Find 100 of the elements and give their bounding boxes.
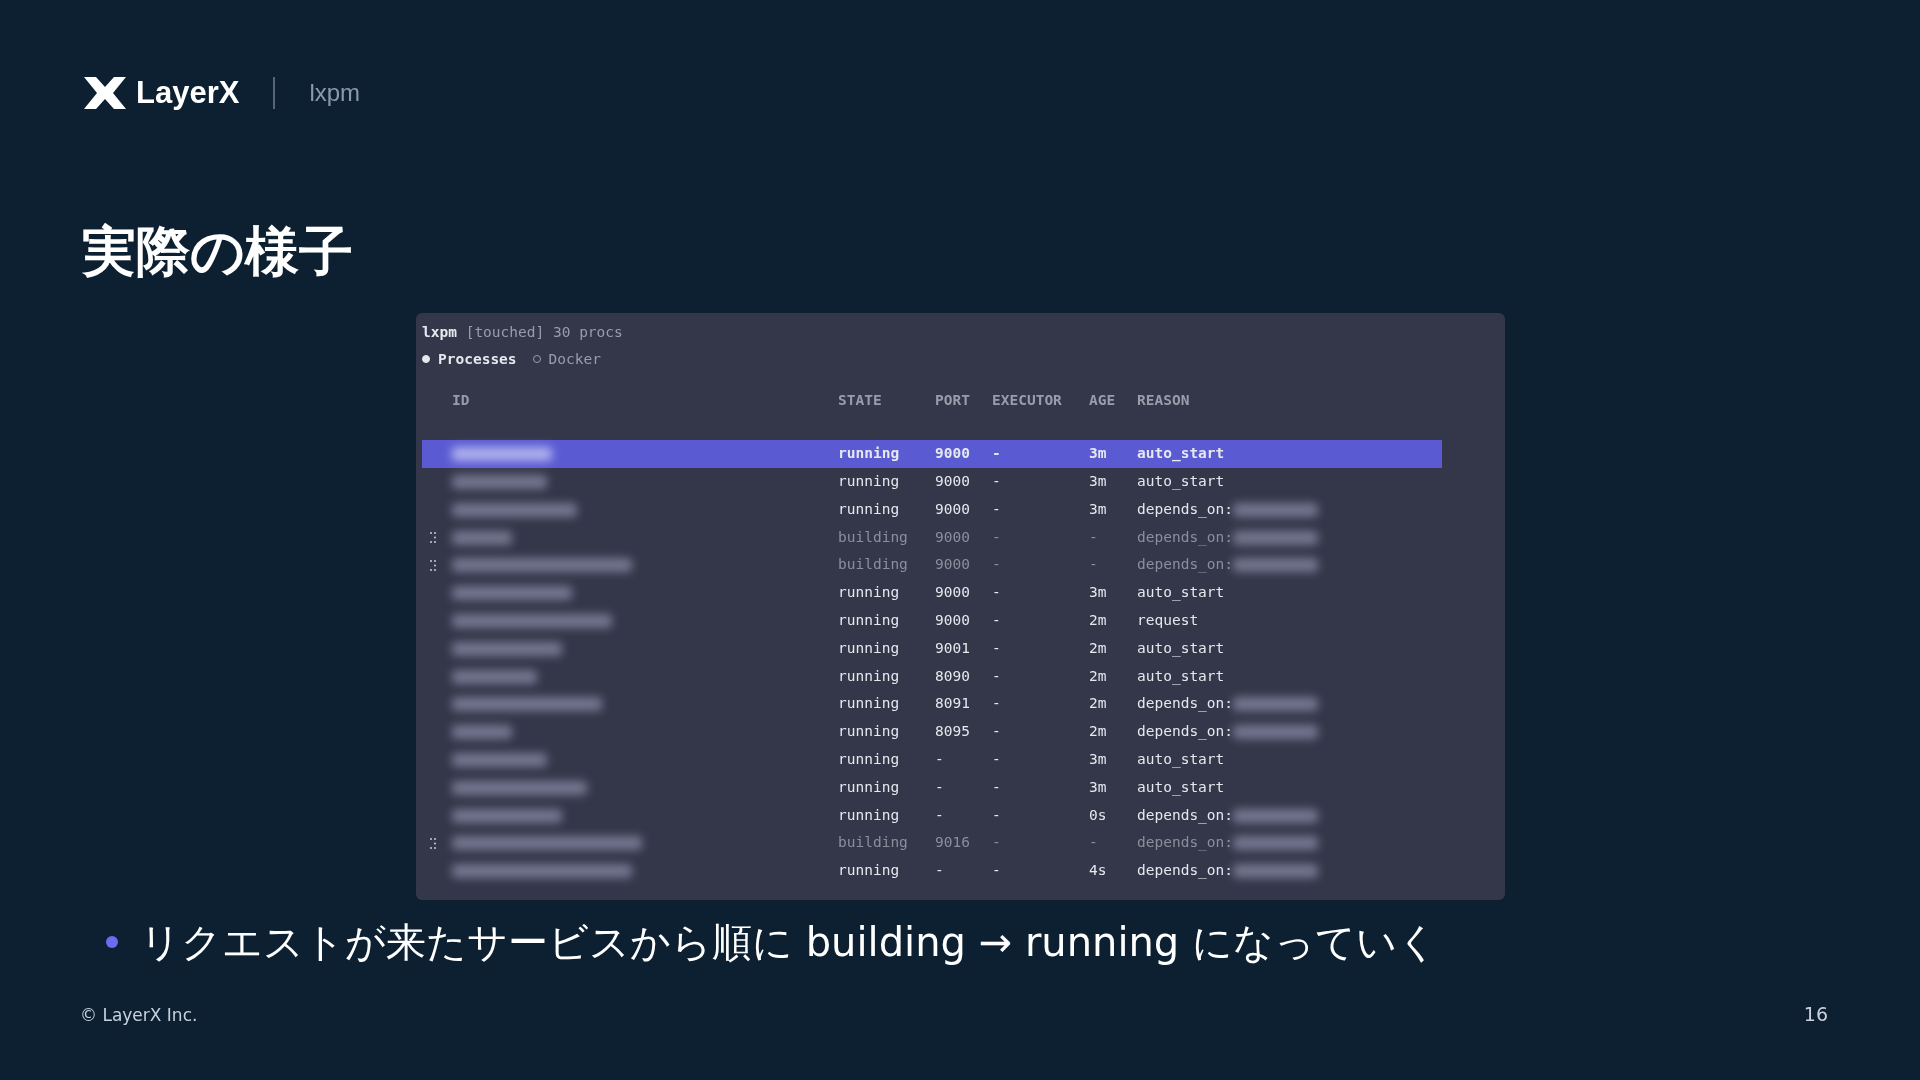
table-cell-text: -: [992, 611, 1002, 631]
table-cell-text: -: [1089, 527, 1099, 547]
table-cell-text: 3m: [1089, 472, 1108, 492]
table-cell-text: depends_on:: [1137, 861, 1234, 881]
blurred-text: [452, 530, 512, 545]
column-header: ID: [452, 390, 471, 410]
table-cell-text: 3m: [1089, 583, 1108, 603]
table-row[interactable]: running - - 0s depends_on:: [422, 801, 1442, 830]
table-cell-text: auto_start: [1137, 750, 1225, 770]
slide-title: 実際の様子: [82, 224, 354, 279]
table-cell-text: auto_start: [1137, 472, 1225, 492]
table-row[interactable]: running - - 4s depends_on:: [422, 857, 1442, 886]
table-cell-text: 3m: [1089, 750, 1108, 770]
table-cell-text: 2m: [1089, 666, 1108, 686]
brand-name: LayerX: [136, 74, 240, 112]
table-row[interactable]: running - - 3m auto_start: [422, 746, 1442, 774]
spinner-icon: [430, 532, 436, 544]
table-cell-text: auto_start: [1137, 666, 1225, 687]
table-row[interactable]: running 9000 - 3m auto_start: [422, 468, 1442, 496]
table-cell-text: 9000: [935, 555, 971, 575]
table-row[interactable]: running 8091 - 2m depends_on:: [422, 690, 1442, 719]
table-cell-text: -: [1089, 833, 1099, 853]
table-cell-text: auto_start: [1137, 444, 1225, 464]
table-cell-text: -: [992, 638, 1002, 658]
table-cell-text: -: [935, 861, 945, 881]
table-row[interactable]: running - - 3m auto_start: [422, 773, 1442, 802]
table-row[interactable]: building 9000 - - depends_on:: [422, 523, 1442, 552]
table-row[interactable]: building 9000 - - depends_on:: [422, 551, 1442, 580]
table-cell-text: auto_start: [1137, 638, 1225, 659]
table-cell-text: 9000: [935, 472, 971, 492]
table-cell-text: auto_start: [1137, 777, 1225, 798]
table-cell-text: 9000: [935, 611, 971, 631]
table-cell-text: 2m: [1089, 694, 1108, 714]
table-cell-text: running: [838, 472, 901, 492]
table-row[interactable]: running 9001 - 2m auto_start: [422, 634, 1442, 663]
table-cell-text: -: [935, 805, 945, 825]
page-number: 16: [1803, 1002, 1828, 1027]
table-cell-text: -: [992, 861, 1002, 881]
column-header: EXECUTOR: [992, 390, 1063, 410]
table-cell-text: -: [992, 722, 1002, 742]
table-cell-text: depends_on:: [1137, 833, 1234, 853]
table-cell-text: 0s: [1089, 805, 1108, 825]
table-row[interactable]: running 8090 - 2m auto_start: [422, 662, 1442, 691]
table-cell-text: running: [838, 805, 901, 825]
table-cell-text: 2m: [1089, 638, 1108, 658]
table-row[interactable]: running 9000 - 3m auto_start: [422, 440, 1442, 469]
table-cell-text: 2m: [1089, 722, 1108, 742]
column-header: AGE: [1089, 390, 1117, 410]
bullet-icon: [106, 935, 118, 948]
copyright-text: © LayerX Inc.: [80, 1004, 198, 1027]
table-cell-text: 9000: [935, 499, 971, 519]
table-cell-text: -: [992, 833, 1002, 853]
table-cell-text: running: [838, 444, 901, 464]
app-name: lxpm: [422, 323, 457, 340]
table-cell-text: depends_on:: [1137, 694, 1234, 714]
product-name: lxpm: [309, 78, 361, 109]
table-row[interactable]: running 9000 - 3m auto_start: [422, 579, 1442, 608]
table-cell-text: running: [838, 861, 901, 881]
table-row[interactable]: building 9016 - - depends_on:: [422, 829, 1442, 858]
table-cell-text: depends_on:: [1137, 555, 1234, 575]
table-cell-text: depends_on:: [1137, 722, 1234, 742]
table-cell-text: -: [992, 805, 1002, 825]
blurred-text: [452, 725, 512, 740]
table-cell-text: -: [992, 555, 1002, 575]
table-cell-text: 3m: [1089, 777, 1108, 797]
table-cell-text: running: [838, 666, 901, 686]
table-cell-text: 9000: [935, 444, 971, 464]
table-cell-text: depends_on:: [1137, 499, 1234, 520]
table-cell-text: request: [1137, 611, 1199, 631]
table-cell-text: 8095: [935, 722, 971, 742]
table-cell-text: -: [992, 666, 1002, 686]
table-row[interactable]: running 9000 - 3m depends_on:: [422, 495, 1442, 524]
bullet-text: リクエストが来たサービスから順に building → running になっていく: [140, 917, 1438, 967]
status-text: [touched] 30 procs: [465, 323, 623, 340]
table-cell-text: 9000: [935, 583, 971, 603]
table-cell-text: -: [992, 527, 1002, 547]
table-row[interactable]: running 9000 - 2m request: [422, 607, 1442, 635]
tab[interactable]: Docker: [532, 345, 601, 373]
table-cell-text: -: [992, 472, 1002, 492]
table-cell-text: 2m: [1089, 611, 1108, 631]
table-cell-text: 9001: [935, 638, 971, 658]
table-cell-text: 9016: [935, 833, 971, 853]
table-cell-text: 8090: [935, 666, 971, 686]
table-cell-text: -: [935, 750, 945, 770]
table-cell-text: -: [935, 777, 945, 797]
table-cell-text: 3m: [1089, 444, 1108, 464]
logo-icon: [82, 75, 128, 112]
table-cell-text: -: [992, 499, 1002, 519]
table-cell-text: running: [838, 694, 901, 714]
table-cell-text: building: [838, 555, 909, 575]
table-cell-text: depends_on:: [1137, 805, 1234, 826]
table-cell-text: 4s: [1089, 861, 1108, 881]
table-cell-text: running: [838, 611, 901, 631]
table-cell-text: -: [992, 583, 1002, 603]
table-cell-text: depends_on:: [1137, 527, 1234, 548]
table-row[interactable]: running 8095 - 2m depends_on:: [422, 718, 1442, 747]
column-header: PORT: [935, 390, 971, 410]
tab[interactable]: Processes: [422, 345, 517, 373]
table-cell-text: building: [838, 527, 909, 547]
spinner-icon: [430, 837, 436, 849]
